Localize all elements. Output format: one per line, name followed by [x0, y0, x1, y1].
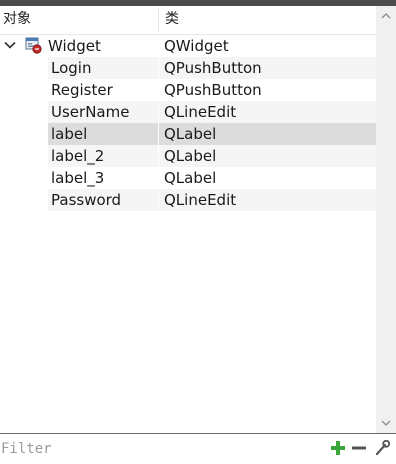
tree-item-name: Login — [51, 59, 92, 77]
tree-row-username[interactable]: UserName QLineEdit — [0, 101, 376, 123]
tree-item-name: label — [51, 125, 88, 143]
tree-row-label-3[interactable]: label_3 QLabel — [0, 167, 376, 189]
tree-row-password[interactable]: Password QLineEdit — [0, 189, 376, 211]
tree-item-name: label_2 — [51, 147, 105, 165]
tree-item-name: Password — [51, 191, 122, 209]
tree-item-name: Register — [51, 81, 113, 99]
tree-item-name: UserName — [51, 103, 130, 121]
tree-item-name: label_3 — [51, 169, 105, 187]
tree-row-label-selected[interactable]: label QLabel — [0, 123, 376, 145]
tree-item-class: QLabel — [164, 125, 217, 143]
scroll-up-icon[interactable] — [381, 11, 391, 21]
scroll-down-icon[interactable] — [381, 418, 391, 428]
add-icon[interactable] — [329, 439, 347, 457]
tree-item-class: QLineEdit — [164, 103, 237, 121]
header-object-column[interactable]: 对象 — [3, 6, 31, 34]
tree-row-login[interactable]: Login QPushButton — [0, 57, 376, 79]
tree-item-class: QLineEdit — [164, 191, 237, 209]
remove-icon[interactable] — [350, 439, 368, 457]
filter-input[interactable] — [1, 437, 321, 460]
tree-row-widget[interactable]: Widget QWidget — [0, 35, 376, 57]
vertical-scrollbar[interactable] — [376, 6, 396, 433]
tree-item-class: QPushButton — [164, 81, 262, 99]
tree-item-name: Widget — [48, 37, 101, 55]
tree-item-class: QLabel — [164, 169, 217, 187]
tree-item-class: QPushButton — [164, 59, 262, 77]
filter-bar — [0, 433, 396, 464]
header-separator[interactable] — [158, 8, 159, 32]
header-class-column[interactable]: 类 — [165, 6, 179, 34]
chevron-down-icon[interactable] — [3, 38, 17, 52]
tree-header: 对象 类 — [0, 6, 376, 35]
tree-row-register[interactable]: Register QPushButton — [0, 79, 376, 101]
tree-item-class: QLabel — [164, 147, 217, 165]
widget-icon — [25, 37, 42, 54]
tree-item-class: QWidget — [164, 37, 229, 55]
tree-row-label-2[interactable]: label_2 QLabel — [0, 145, 376, 167]
wrench-icon[interactable] — [373, 439, 391, 457]
object-inspector-panel: 对象 类 Widget QWidget Login QPushButton Re… — [0, 6, 376, 433]
